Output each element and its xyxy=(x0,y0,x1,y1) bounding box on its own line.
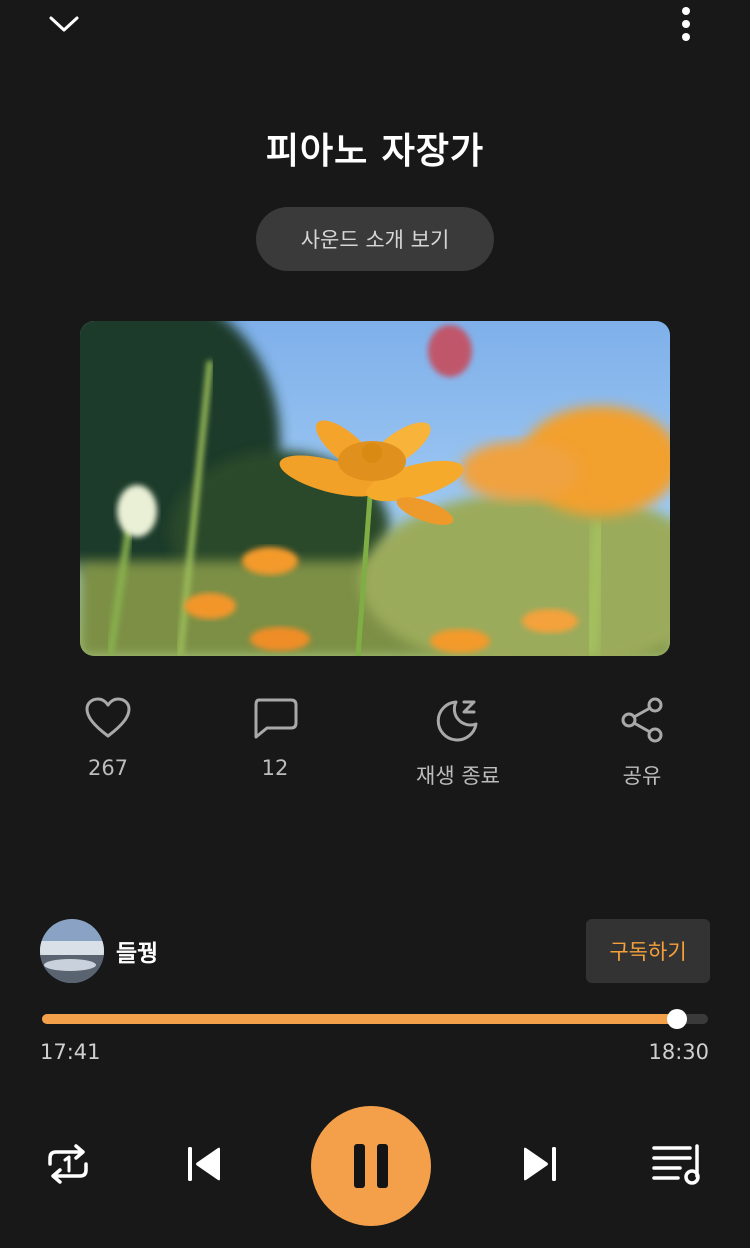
total-time: 18:30 xyxy=(648,1040,709,1064)
current-time: 17:41 xyxy=(40,1040,101,1064)
share-label: 공유 xyxy=(622,764,662,788)
repeat-one-icon xyxy=(48,1144,88,1184)
pause-button[interactable] xyxy=(311,1106,431,1226)
skip-previous-icon xyxy=(188,1147,220,1181)
sound-intro-button[interactable]: 사운드 소개 보기 xyxy=(256,207,494,271)
subscribe-button[interactable]: 구독하기 xyxy=(586,919,710,983)
pause-icon xyxy=(354,1144,388,1188)
collapse-button[interactable] xyxy=(36,4,92,44)
share-icon xyxy=(621,697,663,743)
progress-bar[interactable] xyxy=(42,1009,708,1029)
repeat-button[interactable] xyxy=(40,1136,96,1192)
comment-icon xyxy=(254,698,298,739)
skip-next-icon xyxy=(524,1147,556,1181)
comment-action[interactable]: 12 xyxy=(205,696,345,780)
progress-thumb[interactable] xyxy=(666,1009,687,1029)
more-options-button[interactable] xyxy=(662,2,710,46)
playlist-button[interactable] xyxy=(648,1136,708,1192)
creator-name[interactable]: 들꿩 xyxy=(116,934,158,968)
chevron-down-icon xyxy=(49,16,79,32)
progress-fill xyxy=(42,1014,677,1024)
playlist-icon xyxy=(652,1144,700,1185)
previous-button[interactable] xyxy=(176,1136,232,1192)
creator-avatar[interactable] xyxy=(40,919,104,983)
cover-image xyxy=(80,321,670,656)
moon-sleep-icon xyxy=(436,700,478,742)
sleep-timer-action[interactable]: 재생 종료 xyxy=(388,696,528,790)
next-button[interactable] xyxy=(512,1136,568,1192)
share-action[interactable]: 공유 xyxy=(572,696,712,790)
like-action[interactable]: 267 xyxy=(38,696,178,780)
heart-icon xyxy=(85,697,131,738)
track-title: 피아노 자장가 xyxy=(265,131,485,172)
comment-count: 12 xyxy=(261,756,289,780)
more-vertical-icon xyxy=(682,7,690,41)
like-count: 267 xyxy=(87,756,129,780)
sleep-timer-label: 재생 종료 xyxy=(416,764,500,788)
